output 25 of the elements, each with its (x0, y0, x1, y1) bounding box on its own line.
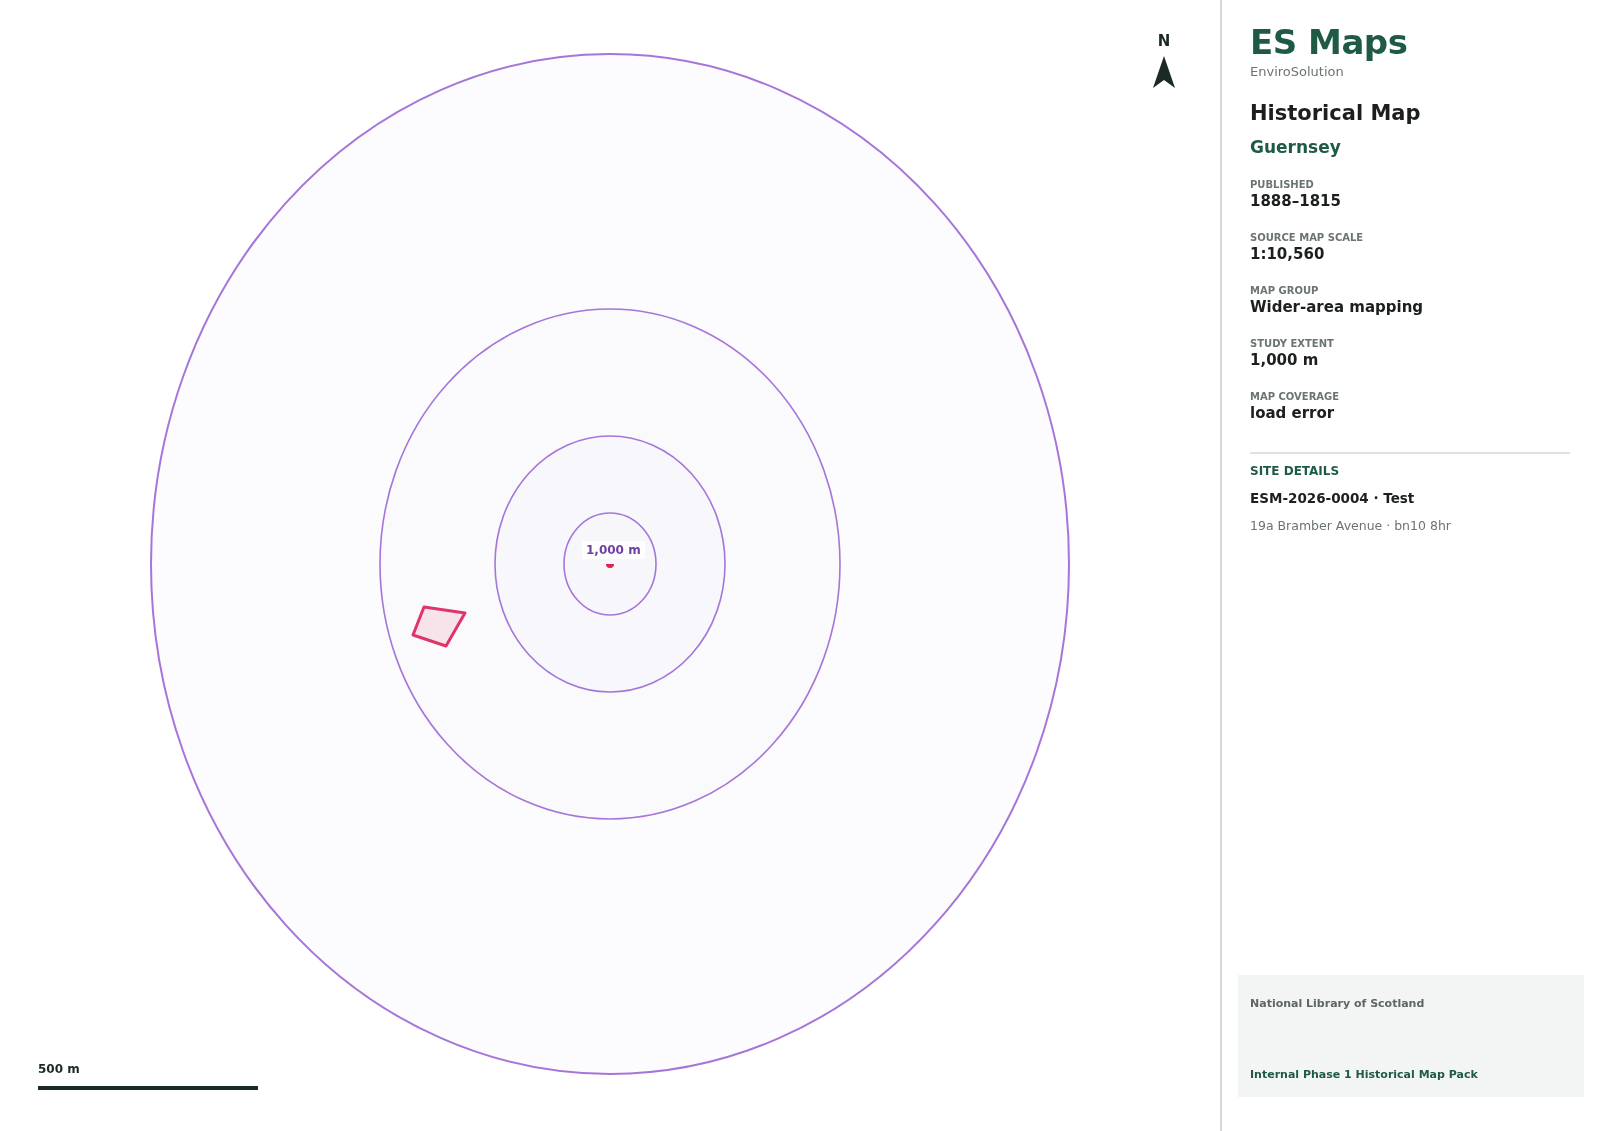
field-label: PUBLISHED (1250, 179, 1315, 190)
site-address: 19a Bramber Avenue · bn10 8hr (1250, 518, 1452, 533)
scale-bar-label: 500 m (38, 1062, 81, 1076)
field-label: MAP GROUP (1250, 285, 1320, 296)
source-text: National Library of Scotland (1250, 997, 1426, 1010)
company-name: EnviroSolution (1250, 64, 1345, 79)
field-value: load error (1250, 404, 1336, 422)
north-label: N (1157, 32, 1171, 50)
field-value: 1,000 m (1250, 351, 1320, 369)
site-boundary (411, 605, 467, 648)
brand-title: ES Maps (1250, 22, 1409, 62)
section-heading: SITE DETAILS (1250, 464, 1341, 478)
pack-title: Internal Phase 1 Historical Map Pack (1250, 1068, 1479, 1081)
field-value: 1:10,560 (1250, 245, 1326, 263)
buffer-label: 1,000 m (582, 541, 645, 559)
site-reference: ESM-2026-0004 · Test (1250, 490, 1416, 506)
location-name: Guernsey (1250, 137, 1342, 157)
site-marker (606, 564, 614, 568)
north-arrow-icon (1152, 56, 1176, 88)
field-label: SOURCE MAP SCALE (1250, 232, 1365, 243)
field-label: STUDY EXTENT (1250, 338, 1335, 349)
field-value: Wider-area mapping (1250, 298, 1425, 316)
map-title: Historical Map (1250, 101, 1422, 125)
field-value: 1888–1815 (1250, 192, 1342, 210)
field-label: MAP COVERAGE (1250, 391, 1341, 402)
